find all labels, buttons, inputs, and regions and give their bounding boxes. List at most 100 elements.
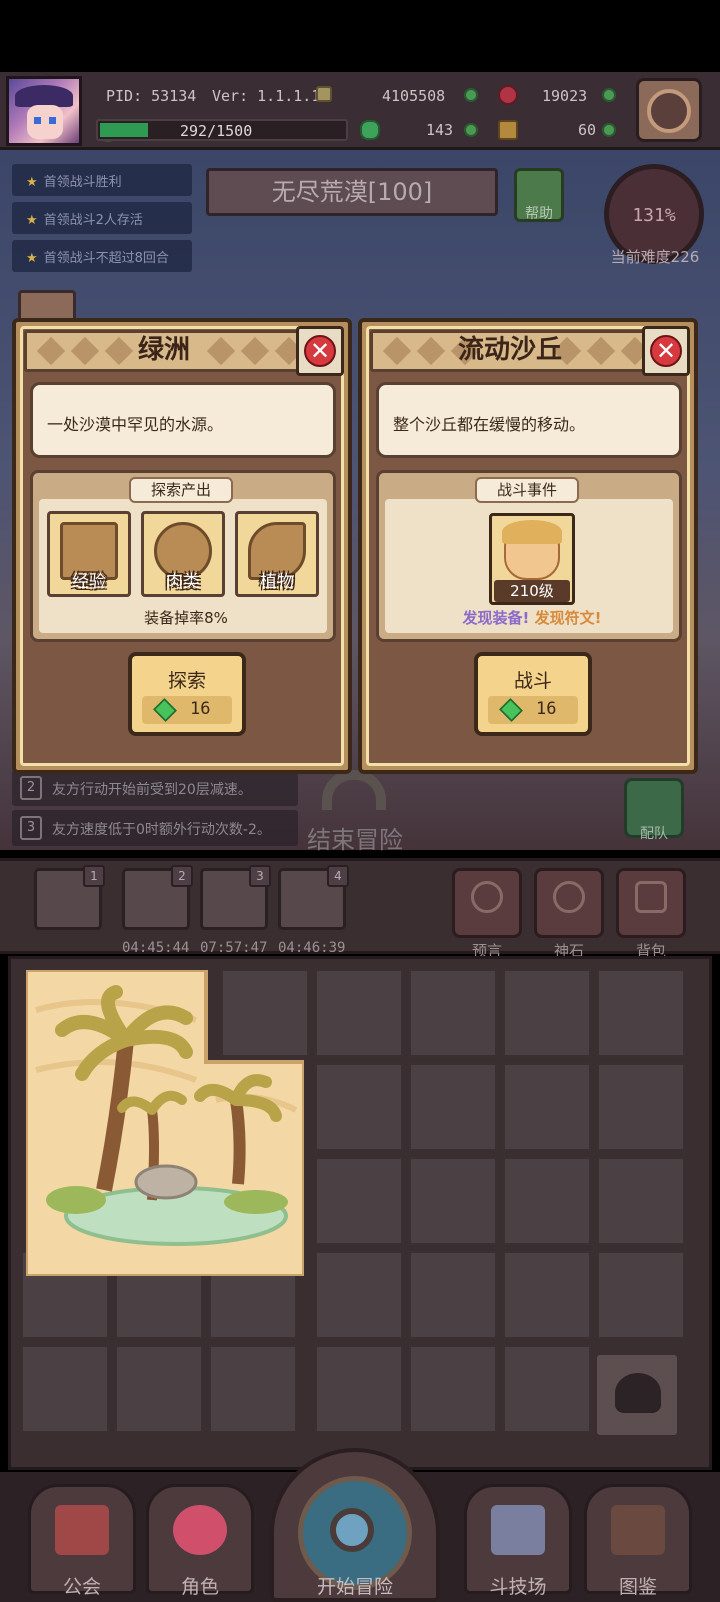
gem-icon [498, 85, 518, 105]
end-adventure-button[interactable]: 结束冒险 [300, 820, 410, 855]
grid-cell[interactable] [315, 1063, 403, 1151]
buff-line: 3 友方速度低于0时额外行动次数-2。 [12, 810, 298, 846]
god-stone-button[interactable] [534, 868, 604, 938]
map-slot-1[interactable]: 1 [34, 865, 105, 930]
reward-meat[interactable]: 肉类 [141, 511, 225, 597]
close-button[interactable]: ✕ [296, 326, 344, 376]
grid-cell[interactable] [315, 1251, 403, 1339]
drop-rate: 装备掉率8% [144, 609, 228, 627]
character-icon [173, 1505, 227, 1555]
stone-icon [553, 881, 585, 913]
grid-cell[interactable] [409, 1157, 497, 1245]
cost-box: 16 [488, 696, 578, 724]
grid-cell[interactable] [409, 1063, 497, 1151]
add-clover-icon[interactable] [464, 123, 478, 137]
ore-icon [498, 120, 518, 140]
slot-timer: 04:46:39 [278, 940, 346, 956]
grid-cell[interactable] [315, 1345, 403, 1433]
grid-cell[interactable] [503, 969, 591, 1057]
map-slot-4[interactable]: 4 [278, 865, 349, 930]
battle-button[interactable]: 战斗 16 [474, 652, 592, 736]
backpack-button[interactable] [616, 868, 686, 938]
enemy-level: 210级 [494, 580, 570, 602]
nav-character-label: 角色 [180, 1576, 219, 1598]
team-label: 配队 [640, 826, 668, 842]
card-title: 绿洲 [137, 335, 190, 365]
oasis-tile[interactable] [26, 970, 304, 1276]
card-description: 一处沙漠中罕见的水源。 [30, 382, 336, 458]
stamina-bar-fill [100, 123, 148, 137]
difficulty-percent: 131% [632, 205, 676, 226]
quest-two-alive: ★ 首领战斗2人存活 [12, 202, 192, 234]
map-slot-3[interactable]: 3 [200, 865, 271, 930]
find-rune: 发现符文! [534, 609, 602, 627]
cost-box: 16 [142, 696, 232, 724]
grid-cell[interactable] [503, 1345, 591, 1433]
nav-arena-label: 斗技场 [489, 1576, 547, 1598]
cauldron-button[interactable] [594, 1352, 680, 1438]
grid-cell[interactable] [597, 1251, 685, 1339]
difficulty-label: 当前难度226 [610, 248, 700, 266]
add-ore-icon[interactable] [602, 123, 616, 137]
close-button[interactable]: ✕ [642, 326, 690, 376]
crossed-swords-icon [491, 1505, 545, 1555]
quest-eight-rounds: ★ 首领战斗不超过8回合 [12, 240, 192, 272]
green-gem-icon [499, 698, 523, 722]
buff-line: 2 友方行动开始前受到20层减速。 [12, 770, 298, 806]
explore-button[interactable]: 探索 16 [128, 652, 246, 736]
grid-cell[interactable] [21, 1345, 109, 1433]
grid-cell[interactable] [409, 969, 497, 1057]
grid-cell[interactable] [503, 1251, 591, 1339]
backpack-icon [635, 881, 667, 913]
gem-amount: 19023 [542, 87, 588, 105]
grid-cell[interactable] [315, 969, 403, 1057]
quest-boss-victory: ★ 首领战斗胜利 [12, 164, 192, 196]
nav-guild-label: 公会 [62, 1576, 101, 1598]
book-icon [611, 1505, 665, 1555]
grid-cell[interactable] [209, 1345, 297, 1433]
find-equipment: 发现装备! [462, 609, 530, 627]
status-bar [0, 0, 720, 72]
gear-icon [647, 89, 691, 133]
add-gem-icon[interactable] [602, 88, 616, 102]
battle-rewards: 发现装备! 发现符文! [379, 607, 685, 628]
reward-exp[interactable]: 经验 [47, 511, 131, 597]
star-icon: ★ [26, 213, 38, 228]
grid-cell[interactable] [503, 1157, 591, 1245]
section-title: 战斗事件 [475, 477, 579, 503]
guild-icon [55, 1505, 109, 1555]
slot-strip [0, 858, 720, 954]
clover-amount: 143 [426, 121, 454, 139]
grid-cell[interactable] [597, 1157, 685, 1245]
player-id: PID: 53134 [106, 87, 197, 105]
explore-output-section: 探索产出 经验 肉类 植物 装备掉率8% [30, 470, 336, 642]
map-slot-2[interactable]: 2 [122, 865, 193, 930]
prophecy-button[interactable] [452, 868, 522, 938]
buff-number: 2 [20, 776, 42, 800]
stage-title: 无尽荒漠[100] [206, 168, 498, 216]
grid-cell[interactable] [409, 1345, 497, 1433]
help-label: 帮助 [525, 206, 553, 222]
stamina-value: 292/1500 [180, 122, 253, 140]
settings-button[interactable] [636, 78, 702, 142]
slot-timer: 04:45:44 [122, 940, 190, 956]
enemy-portrait[interactable]: 210级 [489, 513, 575, 605]
grid-cell[interactable] [597, 1063, 685, 1151]
event-card-dunes: 流动沙丘 ✕ 整个沙丘都在缓慢的移动。 战斗事件 210级 发现装备! 发现符文… [358, 318, 698, 774]
slot-timer: 07:57:47 [200, 940, 268, 956]
player-avatar[interactable] [6, 76, 82, 146]
section-title: 探索产出 [129, 477, 233, 503]
grid-cell[interactable] [315, 1157, 403, 1245]
prophecy-icon [471, 881, 503, 913]
grid-cell[interactable] [503, 1063, 591, 1151]
magnifier-icon [330, 1508, 374, 1552]
close-icon: ✕ [650, 335, 682, 367]
grid-cell[interactable] [115, 1345, 203, 1433]
cauldron-icon [615, 1373, 661, 1413]
card-title: 流动沙丘 [457, 335, 562, 365]
grid-cell[interactable] [597, 969, 685, 1057]
add-gold-icon[interactable] [464, 88, 478, 102]
reward-plant[interactable]: 植物 [235, 511, 319, 597]
grid-cell[interactable] [409, 1251, 497, 1339]
ore-amount: 60 [578, 121, 597, 139]
